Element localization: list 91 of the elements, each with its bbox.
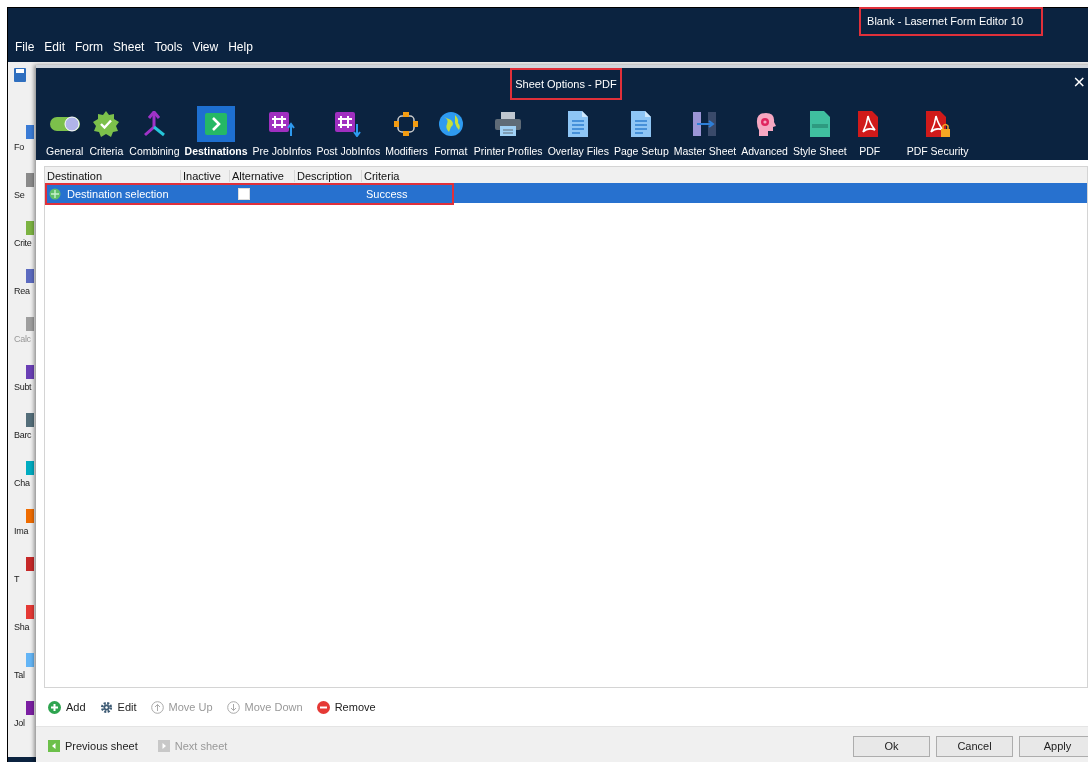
tool-label: Ima xyxy=(14,526,29,536)
gear-icon xyxy=(99,700,113,714)
tool-icon[interactable] xyxy=(26,365,34,379)
tool-icon[interactable] xyxy=(26,269,34,283)
menu-item[interactable]: Tools xyxy=(154,40,183,58)
tool-icon[interactable] xyxy=(26,221,34,235)
arrow-left-icon xyxy=(48,740,60,752)
check-badge-icon xyxy=(93,111,120,137)
tool-label: Cha xyxy=(14,478,30,488)
tool-label: Rea xyxy=(14,286,30,296)
menu-item[interactable]: Edit xyxy=(44,40,66,58)
close-button[interactable]: × xyxy=(1068,72,1088,91)
html-file-icon xyxy=(808,110,831,138)
menu-item[interactable]: Help xyxy=(228,40,253,58)
tool-icon[interactable] xyxy=(26,557,34,571)
toolbar-tab[interactable]: PDF Security xyxy=(906,106,969,157)
tool-icon[interactable] xyxy=(26,653,34,667)
arrow-down-icon xyxy=(226,700,240,714)
hash-icon xyxy=(269,111,296,137)
save-icon[interactable] xyxy=(14,68,26,82)
merge-arrow-icon xyxy=(142,111,167,137)
action-button[interactable]: Remove xyxy=(316,700,376,714)
toolbar-tab[interactable]: Style Sheet xyxy=(792,106,847,157)
dialog-title: Sheet Options - PDF xyxy=(515,78,617,90)
menu-item[interactable]: Form xyxy=(75,40,104,58)
dialog-button[interactable]: Ok xyxy=(853,735,930,757)
toggle-icon xyxy=(48,115,81,133)
toolbar-tab[interactable]: Pre JobInfos xyxy=(252,106,312,157)
toolbar-tab[interactable]: Master Sheet xyxy=(673,106,737,157)
tool-icon[interactable] xyxy=(26,605,34,619)
arrow-right-icon xyxy=(205,113,228,135)
tool-label: T xyxy=(14,574,20,584)
toolbar-tab[interactable]: Format xyxy=(432,106,469,157)
sheet-nav-button[interactable]: Previous sheet xyxy=(48,740,138,752)
nodes-icon xyxy=(393,111,420,137)
toolbar-tab[interactable]: Overlay Files xyxy=(547,106,609,157)
toolbar-tab[interactable]: Criteria xyxy=(88,106,125,157)
menu-item[interactable]: File xyxy=(15,40,35,58)
window-title: Blank - Lasernet Form Editor 10 xyxy=(867,15,1023,27)
toolbar-tab[interactable]: PDF xyxy=(851,106,888,157)
action-button[interactable]: Edit xyxy=(99,700,137,714)
column-header[interactable]: Alternative xyxy=(230,169,295,182)
dialog-button[interactable]: Cancel xyxy=(936,735,1013,757)
menu-item[interactable]: Sheet xyxy=(113,40,145,58)
menu-item[interactable]: View xyxy=(192,40,219,58)
tool-label: Fo xyxy=(14,142,24,152)
tool-icon[interactable] xyxy=(26,173,34,187)
minus-icon xyxy=(316,700,330,714)
toolbar-tab[interactable]: Page Setup xyxy=(613,106,669,157)
columns-arrow-icon xyxy=(692,111,718,137)
toolbar-tab[interactable]: Post JobInfos xyxy=(316,106,381,157)
toolbar-tab[interactable]: Printer Profiles xyxy=(473,106,543,157)
table-cell: Destination selection xyxy=(67,188,169,200)
tool-icon[interactable] xyxy=(26,125,34,139)
printer-icon xyxy=(494,111,523,137)
tool-label: Crite xyxy=(14,238,32,248)
toolbar-tab[interactable]: General xyxy=(46,106,84,157)
column-header[interactable]: Destination xyxy=(45,169,181,182)
column-header[interactable]: Criteria xyxy=(362,169,442,182)
tool-icon[interactable] xyxy=(26,461,34,475)
destination-icon xyxy=(49,188,61,200)
toolbar-tab[interactable]: Combining xyxy=(129,106,180,157)
dialog-button[interactable]: Apply xyxy=(1019,735,1088,757)
pdf-lock-icon xyxy=(924,110,951,138)
checkbox[interactable] xyxy=(238,188,250,200)
arrow-up-icon xyxy=(150,700,164,714)
tool-icon[interactable] xyxy=(26,509,34,523)
tool-label: Calc xyxy=(14,334,31,344)
document-icon xyxy=(567,110,590,138)
tool-icon[interactable] xyxy=(26,701,34,715)
plus-icon xyxy=(48,700,61,714)
tool-label: Se xyxy=(14,190,25,200)
hash-icon xyxy=(335,111,362,137)
toolbar-tab[interactable]: Modifiers xyxy=(385,106,428,157)
column-header[interactable]: Description xyxy=(295,169,362,182)
arrow-right-icon xyxy=(157,740,170,752)
tool-label: Sha xyxy=(14,622,30,632)
table-row[interactable]: Destination selection Success xyxy=(45,183,1087,203)
tool-label: Jol xyxy=(14,718,25,728)
table-cell: Success xyxy=(366,188,408,200)
toolbar-tab[interactable]: Destinations xyxy=(184,106,248,157)
tool-label: Tal xyxy=(14,670,25,680)
globe-icon xyxy=(437,111,464,137)
tool-icon[interactable] xyxy=(26,317,34,331)
tool-label: Subt xyxy=(14,382,32,392)
document-icon xyxy=(630,110,653,138)
toolbar-tab[interactable]: Advanced xyxy=(741,106,788,157)
column-header[interactable]: Inactive xyxy=(181,169,230,182)
action-button[interactable]: Add xyxy=(48,700,86,714)
tool-icon[interactable] xyxy=(26,413,34,427)
tool-label: Barc xyxy=(14,430,32,440)
